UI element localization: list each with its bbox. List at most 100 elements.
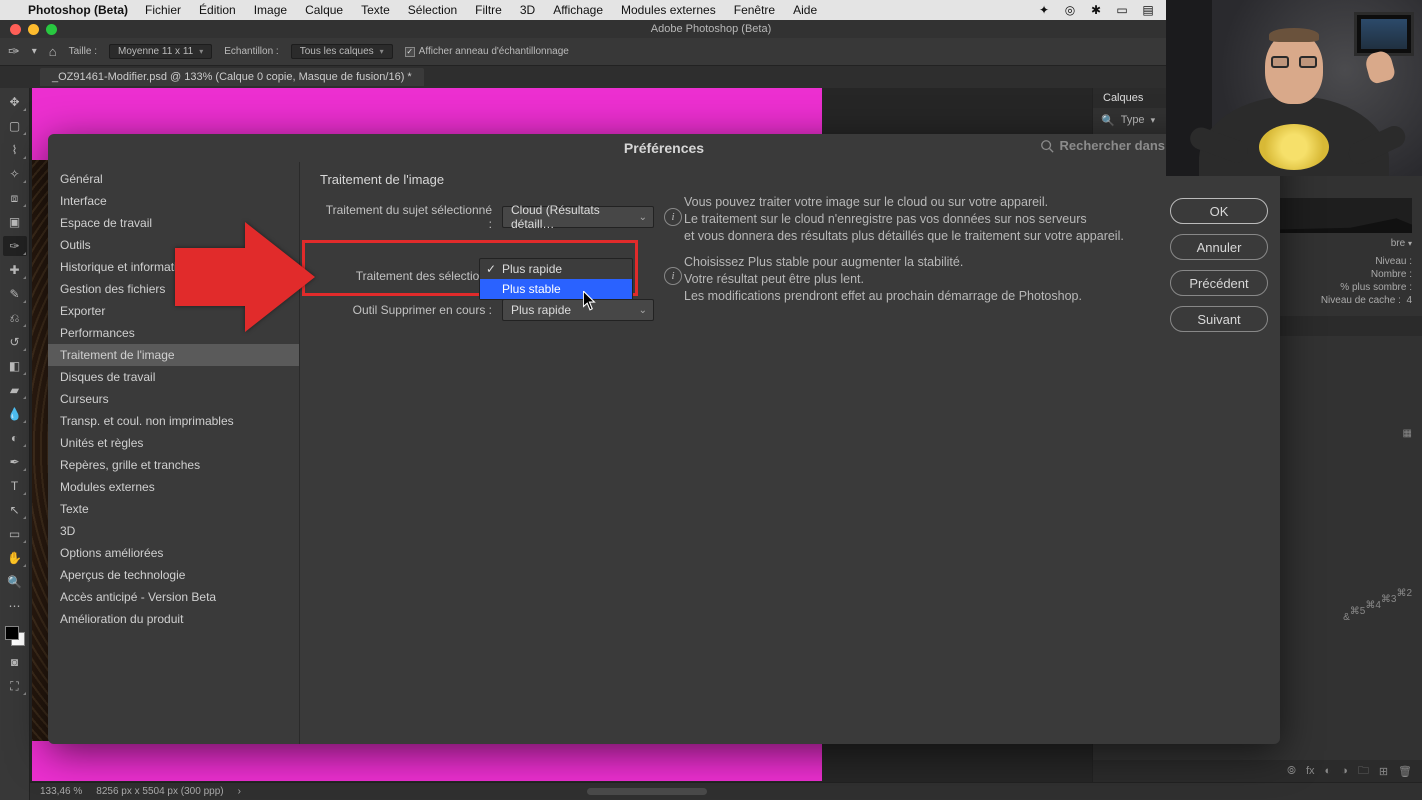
status-icon[interactable]: ▤ xyxy=(1140,2,1156,18)
prefs-category[interactable]: Exporter xyxy=(48,300,299,322)
ring-checkbox[interactable]: ✓ Afficher anneau d'échantillonnage xyxy=(405,46,569,57)
wand-tool-icon[interactable]: ✧ xyxy=(3,164,27,184)
prefs-category[interactable]: Amélioration du produit xyxy=(48,608,299,630)
move-tool-icon[interactable]: ✥ xyxy=(3,92,27,112)
prefs-category[interactable]: Curseurs xyxy=(48,388,299,410)
marquee-tool-icon[interactable]: ▢ xyxy=(3,116,27,136)
prefs-category[interactable]: Options améliorées xyxy=(48,542,299,564)
trash-icon[interactable]: 🗑 xyxy=(1398,765,1412,778)
blur-tool-icon[interactable]: 💧 xyxy=(3,404,27,424)
option-plus-stable[interactable]: Plus stable xyxy=(480,279,632,299)
next-button[interactable]: Suivant xyxy=(1170,306,1268,332)
menu-affichage[interactable]: Affichage xyxy=(544,3,612,17)
quickmask-icon[interactable]: ◙ xyxy=(3,652,27,672)
prefs-category[interactable]: Aperçus de technologie xyxy=(48,564,299,586)
fx-icon[interactable]: fx xyxy=(1306,765,1315,777)
row1-dropdown[interactable]: Cloud (Résultats détaill…⌄ xyxy=(502,206,654,228)
menu-selection[interactable]: Sélection xyxy=(399,3,466,17)
prev-button[interactable]: Précédent xyxy=(1170,270,1268,296)
prefs-category[interactable]: Performances xyxy=(48,322,299,344)
option-plus-rapide[interactable]: Plus rapide xyxy=(480,259,632,279)
status-icon[interactable]: ◎ xyxy=(1062,2,1078,18)
prefs-category[interactable]: Outils xyxy=(48,234,299,256)
prefs-category[interactable]: Gestion des fichiers xyxy=(48,278,299,300)
menu-fichier[interactable]: Fichier xyxy=(136,3,190,17)
hand-tool-icon[interactable]: ✋ xyxy=(3,548,27,568)
history-brush-icon[interactable]: ↺ xyxy=(3,332,27,352)
taille-dropdown[interactable]: Moyenne 11 x 11 xyxy=(109,44,212,59)
info-icon[interactable]: i xyxy=(664,208,682,226)
webcam-overlay xyxy=(1166,0,1422,176)
menu-modules[interactable]: Modules externes xyxy=(612,3,725,17)
prefs-category[interactable]: Accès anticipé - Version Beta xyxy=(48,586,299,608)
status-icon[interactable]: ✦ xyxy=(1036,2,1052,18)
traffic-lights[interactable] xyxy=(0,24,57,35)
menu-filtre[interactable]: Filtre xyxy=(466,3,511,17)
crop-tool-icon[interactable]: ⧈ xyxy=(3,188,27,208)
shortcut: ⌘5 xyxy=(1350,606,1366,617)
status-icon[interactable]: ▭ xyxy=(1114,2,1130,18)
prefs-category[interactable]: Unités et règles xyxy=(48,432,299,454)
prefs-category[interactable]: Interface xyxy=(48,190,299,212)
eyedropper-tool-icon[interactable]: ✑ xyxy=(3,236,27,256)
menu-calque[interactable]: Calque xyxy=(296,3,352,17)
menu-edition[interactable]: Édition xyxy=(190,3,245,17)
menu-image[interactable]: Image xyxy=(245,3,296,17)
menu-3d[interactable]: 3D xyxy=(511,3,544,17)
info-icon[interactable]: i xyxy=(664,267,682,285)
zoom-window-icon[interactable] xyxy=(46,24,57,35)
pen-tool-icon[interactable]: ✒ xyxy=(3,452,27,472)
link-icon[interactable]: ⦾ xyxy=(1287,765,1296,778)
mask-icon[interactable]: ◐ xyxy=(1325,765,1332,777)
layer-filter-label: Type xyxy=(1121,114,1145,126)
folder-icon[interactable]: 🗀 xyxy=(1358,762,1369,781)
path-tool-icon[interactable]: ↖ xyxy=(3,500,27,520)
prefs-category[interactable]: Historique et informations xyxy=(48,256,299,278)
color-swatches[interactable] xyxy=(3,624,27,648)
frame-tool-icon[interactable]: ▣ xyxy=(3,212,27,232)
echant-dropdown[interactable]: Tous les calques xyxy=(291,44,393,59)
heal-tool-icon[interactable]: ✚ xyxy=(3,260,27,280)
document-tab[interactable]: _OZ91461-Modifier.psd @ 133% (Calque 0 c… xyxy=(40,68,424,86)
more-tools-icon[interactable]: ⋯ xyxy=(3,596,27,616)
close-window-icon[interactable] xyxy=(10,24,21,35)
adjust-icon[interactable]: ◑ xyxy=(1341,765,1348,777)
prefs-category[interactable]: Transp. et coul. non imprimables xyxy=(48,410,299,432)
prefs-category[interactable]: Repères, grille et tranches xyxy=(48,454,299,476)
ok-button[interactable]: OK xyxy=(1170,198,1268,224)
eyedropper-icon[interactable]: ✑ xyxy=(8,43,20,60)
menu-fenetre[interactable]: Fenêtre xyxy=(725,3,784,17)
row3-dropdown[interactable]: Plus rapide⌄ xyxy=(502,299,654,321)
status-icon[interactable]: ✱ xyxy=(1088,2,1104,18)
stamp-tool-icon[interactable]: ⎌ xyxy=(3,308,27,328)
home-icon[interactable]: ⌂ xyxy=(49,44,57,59)
zoom-level[interactable]: 133,46 % xyxy=(40,786,82,797)
prefs-category[interactable]: Général xyxy=(48,168,299,190)
row3-label: Outil Supprimer en cours : xyxy=(320,303,492,317)
cancel-button[interactable]: Annuler xyxy=(1170,234,1268,260)
screenmode-icon[interactable]: ⛶ xyxy=(3,676,27,696)
prefs-category[interactable]: Traitement de l'image xyxy=(48,344,299,366)
menu-aide[interactable]: Aide xyxy=(784,3,826,17)
eraser-tool-icon[interactable]: ◧ xyxy=(3,356,27,376)
grid-icon[interactable]: ▦ xyxy=(1403,428,1412,439)
gradient-tool-icon[interactable]: ▰ xyxy=(3,380,27,400)
prefs-category[interactable]: Disques de travail xyxy=(48,366,299,388)
zoom-tool-icon[interactable]: 🔍 xyxy=(3,572,27,592)
dodge-tool-icon[interactable]: ◐ xyxy=(3,428,27,448)
new-layer-icon[interactable]: ⊞ xyxy=(1379,765,1388,778)
prefs-category[interactable]: 3D xyxy=(48,520,299,542)
type-tool-icon[interactable]: T xyxy=(3,476,27,496)
app-name[interactable]: Photoshop (Beta) xyxy=(20,3,136,17)
shape-tool-icon[interactable]: ▭ xyxy=(3,524,27,544)
prefs-category[interactable]: Texte xyxy=(48,498,299,520)
h-scrollbar[interactable] xyxy=(587,788,707,795)
minimize-window-icon[interactable] xyxy=(28,24,39,35)
brush-tool-icon[interactable]: ✎ xyxy=(3,284,27,304)
prefs-category[interactable]: Modules externes xyxy=(48,476,299,498)
doc-dimensions[interactable]: 8256 px x 5504 px (300 ppp) xyxy=(96,786,223,797)
row2-dropdown-open[interactable]: Plus rapide Plus stable xyxy=(479,258,633,300)
menu-texte[interactable]: Texte xyxy=(352,3,399,17)
prefs-category[interactable]: Espace de travail xyxy=(48,212,299,234)
lasso-tool-icon[interactable]: ⌇ xyxy=(3,140,27,160)
